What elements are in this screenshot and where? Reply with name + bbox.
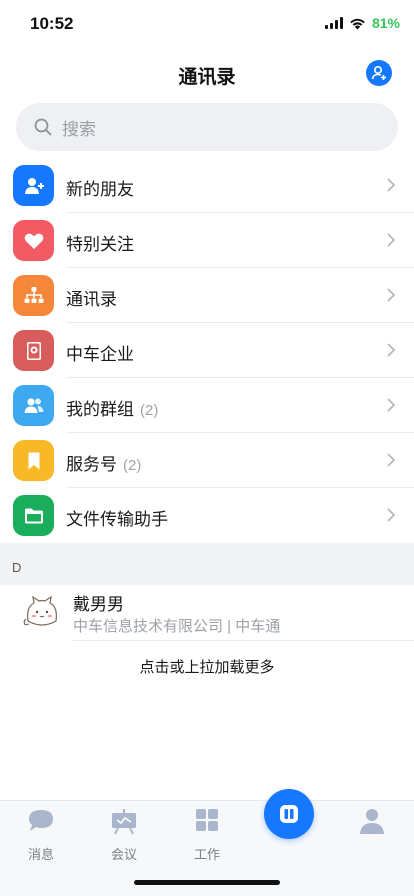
menu-item-label: 中车企业 [66,345,134,364]
menu-item-label: 服务号 (2) [66,455,142,474]
status-bar: 10:52 81% [0,0,414,50]
page-title: 通讯录 [178,67,236,88]
group-icon [13,385,54,426]
tab-profile[interactable] [342,807,402,840]
menu-item-label: 特别关注 [66,235,134,254]
chevron-right-icon [387,508,396,522]
chevron-right-icon [387,178,396,192]
section-header: D [0,543,414,585]
battery-percentage: 81% [371,15,400,31]
menu-item-directory[interactable]: 通讯录 [0,268,414,323]
search-placeholder: 搜索 [62,119,96,139]
load-more-button[interactable]: 点击或上拉加载更多 [0,656,414,677]
menu-item-label: 新的朋友 [66,180,134,199]
chat-icon [29,810,53,831]
nav-bar: 通讯录 [0,50,414,98]
search-input[interactable]: 搜索 [16,103,398,151]
meeting-icon [112,809,136,835]
bookmark-icon [13,440,54,481]
menu-item-label: 通讯录 [66,290,117,309]
tab-messages[interactable]: 消息 [11,807,71,863]
menu-item-special-follow[interactable]: 特别关注 [0,213,414,268]
tab-work[interactable]: 工作 [177,807,237,863]
tab-meetings[interactable]: 会议 [94,807,154,863]
add-user-icon [371,65,386,80]
contact-row[interactable]: 戴男男 中车信息技术有限公司 | 中车通 [0,585,414,643]
status-indicators: 81% [324,15,400,31]
add-friend-icon [13,165,54,206]
chevron-right-icon [387,233,396,247]
add-contact-button[interactable] [366,60,392,86]
chevron-right-icon [387,343,396,357]
search-icon [34,118,52,136]
menu-item-my-groups[interactable]: 我的群组 (2) [0,378,414,433]
org-chart-icon [13,275,54,316]
contact-organization: 中车信息技术有限公司 | 中车通 [73,618,281,635]
contacts-menu: 新的朋友 特别关注 通讯录 中车企业 我的群组 (2) 服务号 (2) 文件传输… [0,158,414,543]
service-count: (2) [123,457,142,474]
menu-item-label: 我的群组 (2) [66,400,159,419]
home-indicator [134,880,280,885]
group-count: (2) [140,402,159,419]
avatar [21,592,63,634]
center-app-icon [280,805,298,823]
chevron-right-icon [387,398,396,412]
cellular-signal-icon [324,17,343,29]
menu-item-new-friends[interactable]: 新的朋友 [0,158,414,213]
enterprise-book-icon [13,330,54,371]
folder-icon [13,495,54,536]
menu-item-label: 文件传输助手 [66,510,168,529]
contact-name: 戴男男 [73,595,124,614]
chevron-right-icon [387,288,396,302]
menu-item-file-transfer[interactable]: 文件传输助手 [0,488,414,543]
menu-item-service-accounts[interactable]: 服务号 (2) [0,433,414,488]
chevron-right-icon [387,453,396,467]
status-time: 10:52 [30,14,74,33]
heart-icon [13,220,54,261]
profile-icon [360,809,384,834]
menu-item-enterprise[interactable]: 中车企业 [0,323,414,378]
section-letter: D [12,560,22,575]
grid-icon [196,809,218,831]
center-app-button[interactable] [264,789,314,839]
wifi-icon [350,18,365,29]
